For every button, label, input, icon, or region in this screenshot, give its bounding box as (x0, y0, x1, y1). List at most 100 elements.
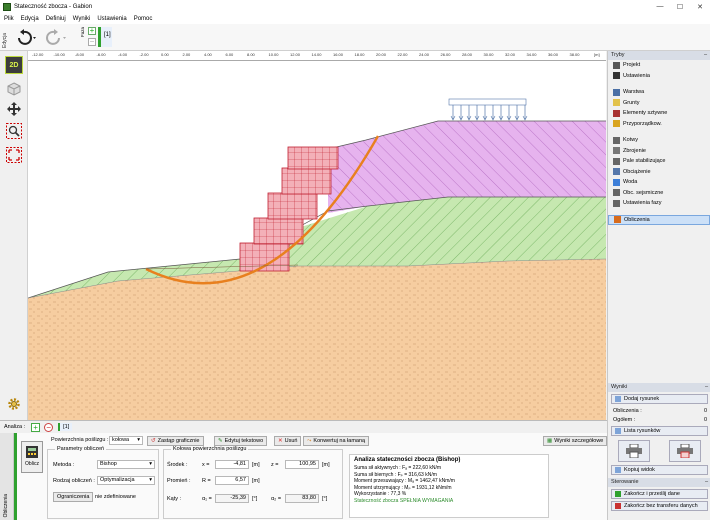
horizontal-ruler: -12.00 -10.00 -8.00 -6.00 -4.00 -2.00 0.00 2.00… (28, 51, 606, 61)
results-box: Analiza stateczności zbocza (Bishop) Sum… (349, 454, 549, 518)
drawing-canvas[interactable] (28, 61, 606, 420)
ruler-tick: 26.00 (440, 52, 451, 57)
add-analysis-button[interactable]: + (31, 422, 41, 432)
delete-icon: ✕ (278, 438, 283, 444)
mode-item-analysis[interactable]: Obliczenia (608, 214, 710, 225)
calc-type-select[interactable]: Optymalizacja ▾ (97, 476, 155, 485)
mode-item-label: Warstwa (623, 89, 645, 96)
center-z-input[interactable]: 100,95 (285, 460, 319, 469)
mode-item-assign[interactable]: Przyporządkow. (608, 119, 710, 130)
edit-tab[interactable]: Edycja (2, 26, 10, 48)
menu-edit[interactable]: Edycja (21, 16, 39, 22)
seismic-icon (613, 189, 620, 197)
center-label: Środek : (167, 462, 188, 468)
detailed-results-button[interactable]: ▦ Wyniki szczegółowe (543, 436, 608, 446)
convert-polygonal-button[interactable]: ⤳ Konwertuj na łamaną (303, 436, 370, 446)
chevron-down-icon: ▾ (149, 461, 152, 467)
move-icon (7, 102, 21, 116)
menu-file[interactable]: Plik (4, 16, 14, 22)
ruler-tick: 38.00 (569, 52, 580, 57)
2d-view-button[interactable]: 2D (5, 56, 23, 74)
delete-button[interactable]: ✕ Usuń (274, 436, 302, 446)
replace-graphic-button[interactable]: ↺ Zastąp graficznie (147, 436, 204, 446)
mode-item-label: Projekt (623, 62, 641, 69)
accept-data-button[interactable]: Zakończ i prześlij dane (611, 489, 708, 499)
app-icon (3, 2, 11, 11)
mode-item-piles[interactable]: Pale stabilizujące (608, 156, 710, 167)
phase-label: Faza (80, 27, 85, 38)
close-button[interactable]: ✕ (690, 0, 710, 13)
mode-item-project[interactable]: Projekt (608, 60, 710, 71)
mode-item-surcharge[interactable]: Obciążenie (608, 167, 710, 178)
mode-item-phase-settings[interactable]: Ustawienia fazy (608, 198, 710, 209)
calculate-button[interactable]: Oblicz (21, 441, 43, 473)
ruler-tick: 22.00 (397, 52, 408, 57)
center-x-input[interactable]: -4,81 (215, 460, 249, 469)
window-title: Stateczność zbocza - Gabion (14, 3, 93, 10)
remove-phase-button[interactable]: − (88, 38, 96, 46)
undo-button[interactable] (14, 28, 38, 48)
circle-group-title: Kołowa powierzchnia poślizgu (171, 446, 249, 452)
settings-gear-button[interactable] (7, 397, 21, 413)
mode-item-reinforcement[interactable]: Zbrojenie (608, 146, 710, 157)
params-group-title: Parametry obliczeń (55, 446, 107, 452)
print-button[interactable] (617, 440, 650, 462)
exit-no-transfer-button[interactable]: Zakończ bez transferu danych (611, 501, 708, 511)
print-export-button[interactable] (669, 440, 702, 462)
check-icon (615, 491, 621, 497)
list-icon (615, 428, 621, 434)
3d-view-button[interactable] (5, 80, 23, 98)
mode-item-soils[interactable]: Grunty (608, 98, 710, 109)
z-unit: [m] (322, 462, 330, 468)
analysis-tab-1[interactable]: [1] (58, 423, 73, 431)
a2-label: α₂ = (271, 496, 282, 502)
piles-icon (613, 157, 620, 165)
mode-item-layer[interactable]: Warstwa (608, 87, 710, 98)
mode-item-settings[interactable]: Ustawienia (608, 71, 710, 82)
gear-icon (8, 398, 20, 410)
settings-icon (613, 72, 620, 80)
menu-results[interactable]: Wyniki (73, 16, 91, 22)
menu-help[interactable]: Pomoc (134, 16, 153, 22)
outputs-header: Wyniki – (608, 383, 710, 392)
x-unit: [m] (252, 462, 260, 468)
redo-icon (46, 29, 66, 45)
analysis-vertical-tab[interactable]: Obliczenia (0, 433, 14, 520)
ruler-tick: 8.00 (247, 52, 255, 57)
mode-item-label: Obliczenia (624, 216, 650, 223)
slip-surface-select[interactable]: kołowa ▾ (109, 436, 143, 445)
fit-view-button[interactable] (5, 146, 23, 164)
ruler-unit: [m] (594, 52, 600, 57)
restrictions-button[interactable]: Ograniczenia (53, 492, 94, 502)
copy-view-button[interactable]: Kopiuj widok (611, 465, 708, 475)
modes-list: Projekt Ustawienia Warstwa Grunty Elementy s… (608, 60, 710, 225)
ruler-tick: 24.00 (419, 52, 430, 57)
add-phase-button[interactable]: + (88, 27, 96, 35)
soils-icon (613, 99, 620, 107)
phase-tab-1[interactable]: [1] (98, 27, 112, 47)
ruler-tick: 20.00 (376, 52, 387, 57)
menu-define[interactable]: Definiuj (46, 16, 66, 22)
method-select[interactable]: Bishop ▾ (97, 460, 155, 469)
menu-settings[interactable]: Ustawienia (97, 16, 126, 22)
mode-item-water[interactable]: Woda (608, 177, 710, 188)
analysis-panel: Analiza : + − [1] Obliczenia Oblicz Powi… (0, 420, 608, 520)
minimize-button[interactable]: — (650, 0, 670, 13)
mode-item-anchor[interactable]: Kotwy (608, 135, 710, 146)
redo-button[interactable] (42, 28, 68, 48)
move-button[interactable] (5, 100, 23, 118)
zoom-button[interactable] (5, 122, 23, 140)
gabion-block (267, 192, 318, 220)
radius-input[interactable]: 6,57 (215, 476, 249, 485)
edit-text-button[interactable]: ✎ Edytuj tekstowo (214, 436, 268, 446)
mode-item-seismic[interactable]: Obc. sejsmiczne (608, 188, 710, 199)
gabion-block (253, 217, 304, 245)
mode-item-label: Przyporządkow. (623, 120, 662, 127)
maximize-button[interactable]: ☐ (670, 0, 690, 13)
picture-list-button[interactable]: Lista rysunków (611, 426, 708, 436)
a1-label: α₁ = (202, 496, 212, 502)
ruler-tick: 18.00 (354, 52, 365, 57)
mode-item-rigid[interactable]: Elementy sztywne (608, 108, 710, 119)
remove-analysis-button[interactable]: − (44, 422, 54, 432)
add-picture-button[interactable]: Dodaj rysunek (611, 394, 708, 404)
